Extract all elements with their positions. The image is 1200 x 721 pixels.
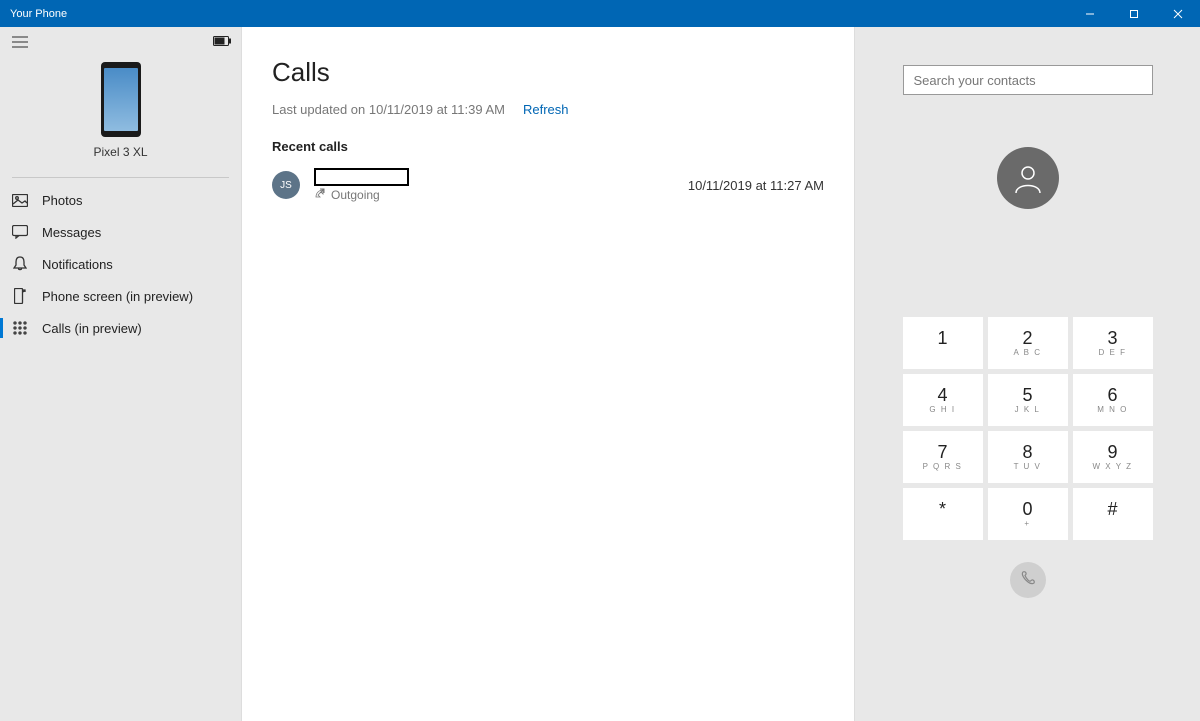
dial-key-0[interactable]: 0+ [988, 488, 1068, 540]
bell-icon [12, 256, 28, 272]
phone-icon [101, 62, 141, 137]
dial-key-7[interactable]: 7P Q R S [903, 431, 983, 483]
minimize-button[interactable] [1068, 0, 1112, 27]
maximize-button[interactable] [1112, 0, 1156, 27]
sidebar-item-label: Photos [42, 193, 82, 208]
sidebar-item-label: Messages [42, 225, 101, 240]
sidebar-item-calls[interactable]: Calls (in preview) [0, 312, 241, 344]
phone-screen-icon [12, 288, 28, 304]
dialer-panel: 1 2A B C 3D E F 4G H I 5J K L 6M N O 7P … [855, 27, 1200, 721]
sidebar-item-messages[interactable]: Messages [0, 216, 241, 248]
recent-calls-heading: Recent calls [272, 139, 824, 154]
sidebar-item-photos[interactable]: Photos [0, 184, 241, 216]
sidebar-item-label: Calls (in preview) [42, 321, 142, 336]
call-type-label: Outgoing [331, 188, 380, 202]
page-title: Calls [272, 57, 824, 88]
sidebar-item-phone-screen[interactable]: Phone screen (in preview) [0, 280, 241, 312]
dial-key-hash[interactable]: # [1073, 488, 1153, 540]
dial-key-9[interactable]: 9W X Y Z [1073, 431, 1153, 483]
phone-icon [1020, 570, 1036, 591]
dialpad-icon [12, 320, 28, 336]
device-preview[interactable]: Pixel 3 XL [0, 57, 241, 169]
divider [12, 177, 229, 178]
contact-placeholder-avatar [997, 147, 1059, 209]
dial-key-2[interactable]: 2A B C [988, 317, 1068, 369]
dial-key-5[interactable]: 5J K L [988, 374, 1068, 426]
sidebar-item-notifications[interactable]: Notifications [0, 248, 241, 280]
device-name: Pixel 3 XL [93, 145, 147, 159]
call-button[interactable] [1010, 562, 1046, 598]
messages-icon [12, 224, 28, 240]
battery-icon [213, 33, 231, 51]
window-title: Your Phone [10, 8, 1068, 20]
dialpad: 1 2A B C 3D E F 4G H I 5J K L 6M N O 7P … [903, 317, 1153, 540]
call-item[interactable]: JS Outgoing 10/11/2019 at 11:27 AM [272, 168, 824, 202]
dial-key-3[interactable]: 3D E F [1073, 317, 1153, 369]
sidebar: Pixel 3 XL Photos Messages Notificati [0, 27, 241, 721]
dial-key-star[interactable]: * [903, 488, 983, 540]
dial-key-6[interactable]: 6M N O [1073, 374, 1153, 426]
contact-name-redacted [314, 168, 409, 186]
call-timestamp: 10/11/2019 at 11:27 AM [688, 178, 824, 193]
close-button[interactable] [1156, 0, 1200, 27]
sidebar-item-label: Phone screen (in preview) [42, 289, 193, 304]
hamburger-icon[interactable] [10, 32, 30, 52]
title-bar: Your Phone [0, 0, 1200, 27]
photos-icon [12, 192, 28, 208]
refresh-link[interactable]: Refresh [523, 102, 569, 117]
contact-avatar: JS [272, 171, 300, 199]
dial-key-1[interactable]: 1 [903, 317, 983, 369]
dial-key-4[interactable]: 4G H I [903, 374, 983, 426]
main-panel: Calls Last updated on 10/11/2019 at 11:3… [241, 27, 855, 721]
dial-key-8[interactable]: 8T U V [988, 431, 1068, 483]
sidebar-item-label: Notifications [42, 257, 113, 272]
last-updated-text: Last updated on 10/11/2019 at 11:39 AM [272, 102, 505, 117]
outgoing-call-icon [314, 188, 325, 202]
search-contacts-input[interactable] [903, 65, 1153, 95]
